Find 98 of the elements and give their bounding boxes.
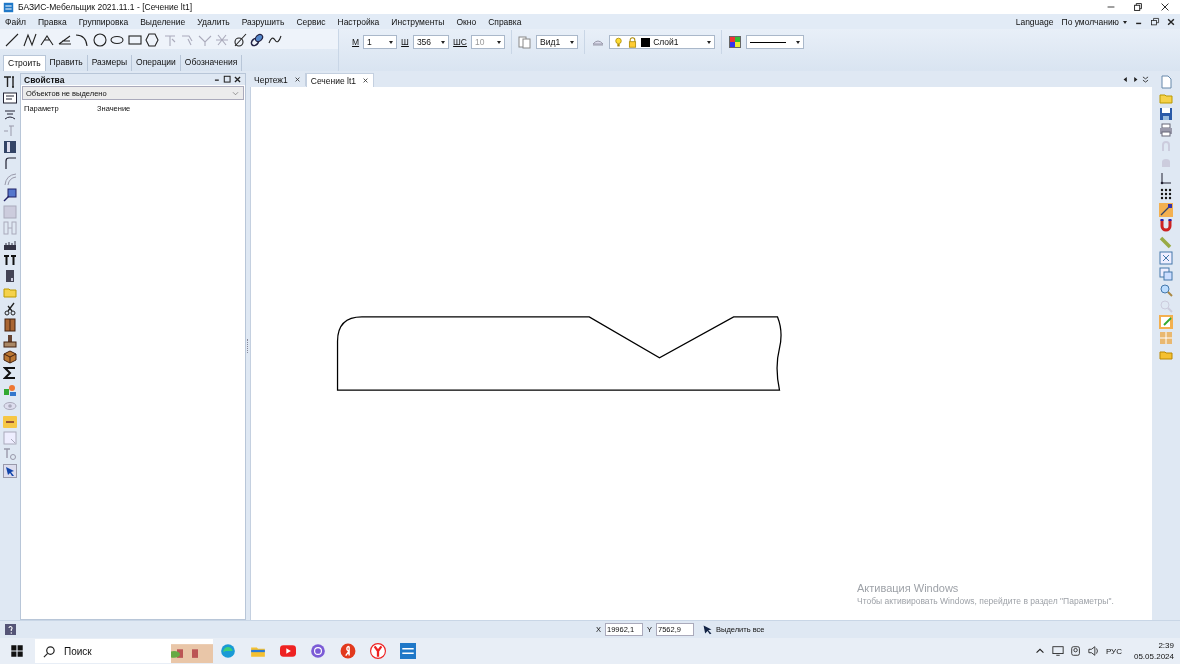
stamp-icon[interactable] (3, 334, 17, 348)
triangle-right-icon[interactable] (1131, 74, 1140, 84)
double-t-icon[interactable] (3, 253, 17, 268)
color-swatch (641, 37, 651, 47)
double-chevron-icon[interactable] (1141, 74, 1150, 84)
activation-title: Активация Windows (857, 582, 960, 594)
play-button-icon[interactable] (280, 643, 296, 659)
columns-icon[interactable] (3, 139, 17, 154)
line-icon[interactable] (5, 33, 19, 47)
polyline-icon[interactable] (22, 33, 37, 47)
menu-item[interactable]: Окно (455, 16, 478, 27)
ribbon-tab[interactable]: Строить (3, 55, 46, 71)
padlock-icon (627, 36, 639, 48)
menu-item[interactable]: Сервис (295, 16, 327, 27)
printer-icon[interactable] (1159, 123, 1173, 137)
search-icon (43, 644, 56, 658)
ellipse-icon[interactable] (110, 33, 124, 47)
round-y-icon[interactable] (370, 643, 386, 659)
zoom-window-icon[interactable] (1159, 267, 1173, 281)
ribbon-tab[interactable]: Править (45, 55, 88, 71)
tiles-icon[interactable] (1159, 331, 1173, 345)
clock-date[interactable]: 05.05.2024 (1133, 651, 1174, 662)
arc-icon[interactable] (75, 33, 89, 47)
value-dropdown[interactable]: 1 (363, 35, 398, 49)
colorful-figures-icon[interactable] (3, 382, 17, 397)
browser-swirl-icon[interactable] (220, 643, 236, 659)
restore-icon[interactable] (1132, 1, 1144, 13)
angle-line-icon[interactable] (40, 33, 54, 47)
axes-icon[interactable] (1159, 171, 1173, 185)
maximize-icon[interactable] (223, 75, 232, 84)
monitor-icon[interactable] (1051, 645, 1064, 657)
round-letter-icon[interactable] (340, 643, 356, 659)
menu-item[interactable]: Выделение (139, 16, 187, 27)
language-menu[interactable]: Language (1014, 16, 1055, 27)
menu-item[interactable]: Настройка (336, 16, 381, 27)
scissors-icon[interactable] (3, 301, 17, 316)
ribbon-tab[interactable]: Обозначения (180, 55, 243, 71)
sigma-icon[interactable] (3, 366, 17, 381)
circle-icon[interactable] (92, 33, 107, 47)
windows-start-icon[interactable] (9, 643, 25, 659)
circle-line-icon[interactable] (232, 33, 247, 47)
menu-item[interactable]: Инструменты (390, 16, 446, 27)
highlighted-tool-icon[interactable] (3, 414, 17, 429)
close-icon[interactable] (1159, 1, 1171, 13)
field-label: ШС (453, 37, 467, 47)
grid-dots-icon[interactable] (1159, 187, 1173, 201)
value-dropdown[interactable]: 356 (412, 35, 450, 49)
snap-corner-icon[interactable] (1159, 203, 1173, 217)
field-label: М (352, 37, 360, 47)
panel-icon[interactable] (3, 269, 17, 284)
hexagon-icon[interactable] (145, 33, 159, 47)
speaker-icon[interactable] (1087, 645, 1100, 657)
close-icon[interactable] (233, 75, 242, 84)
view-dropdown[interactable]: Вид1 (536, 35, 579, 49)
corner-line-icon[interactable] (3, 155, 17, 170)
select-arrow-icon[interactable] (3, 463, 17, 478)
hatched-line-icon[interactable] (57, 33, 72, 47)
taskbar-search-field[interactable]: Поиск (35, 639, 213, 663)
magnifier-icon[interactable] (1159, 283, 1173, 297)
framed-text-icon[interactable] (3, 91, 17, 106)
chain-link-icon[interactable] (250, 33, 264, 47)
document-tab[interactable]: Чертеж1 (250, 73, 306, 86)
window-title: БАЗИС-Мебельщик 2021.11.1 - [Сечение lt1] (18, 2, 193, 12)
edit-note-icon[interactable] (1159, 315, 1173, 329)
menu-item[interactable]: Правка (36, 16, 68, 27)
ribbon-tab[interactable]: Размеры (87, 55, 133, 71)
document-tab[interactable]: Сечение lt1 (305, 73, 375, 87)
field-label: Ш (401, 37, 409, 47)
cabinet-icon[interactable] (3, 317, 17, 332)
cursor-arrow-icon (702, 624, 714, 635)
line-style-dropdown[interactable] (746, 35, 805, 49)
color-palette-icon[interactable] (728, 35, 743, 49)
menu-item[interactable]: Разрушить (240, 16, 286, 27)
magnet-icon[interactable] (1159, 219, 1173, 233)
lightbulb-icon (613, 36, 625, 48)
app-logo-icon[interactable] (400, 643, 416, 659)
profile-dropdown[interactable]: По умолчанию (1060, 16, 1128, 27)
menu-item[interactable]: Группировка (77, 16, 130, 27)
clock-time[interactable]: 2:39 (1158, 640, 1174, 651)
restore-icon[interactable] (1150, 16, 1160, 27)
zoom-all-icon[interactable] (1159, 251, 1173, 265)
input-language[interactable]: РУС (1105, 646, 1122, 656)
panel-title: Свойства (24, 74, 65, 85)
menu-item[interactable]: Справка (487, 16, 523, 27)
rectangle-icon[interactable] (127, 33, 142, 47)
triangle-left-icon[interactable] (1121, 74, 1130, 84)
box-icon[interactable] (3, 350, 17, 365)
close-icon[interactable] (1166, 16, 1176, 27)
help-icon[interactable] (5, 624, 16, 635)
ribbon-tab[interactable]: Операции (132, 55, 181, 71)
star-lines-icon[interactable] (215, 33, 229, 47)
text-cursor-icon[interactable] (3, 75, 17, 89)
activation-text: Чтобы активировать Windows, перейдите в раздел "Параметры". (857, 596, 1114, 606)
menu-item[interactable]: Удалить (196, 16, 231, 27)
hatch-square-icon[interactable] (3, 188, 17, 203)
menu-item[interactable]: Файл (4, 16, 27, 27)
layer-dropdown[interactable]: Слой1 (609, 35, 716, 49)
camera-icon[interactable] (1069, 645, 1082, 657)
